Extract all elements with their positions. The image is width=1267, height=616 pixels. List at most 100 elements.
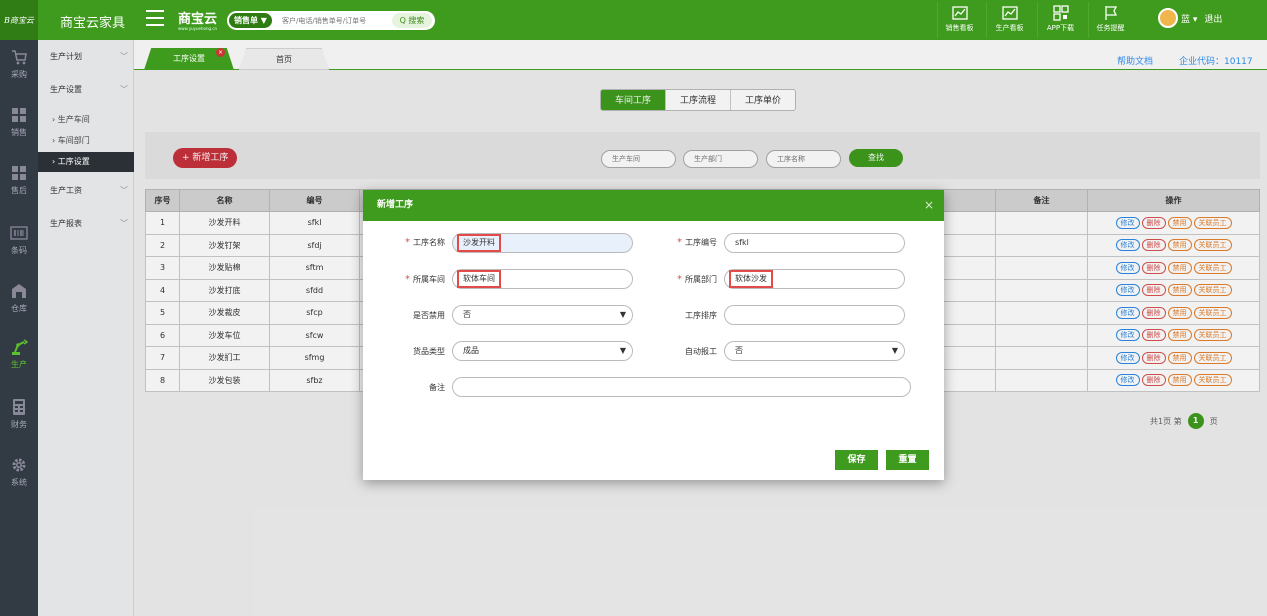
nav-item-system[interactable]: 系统 (0, 450, 38, 502)
dropdown-arrow-icon: ▼ (619, 310, 626, 319)
sales-board-button[interactable]: 销售看板 (937, 2, 981, 38)
submenu-group-label: 生产计划 (50, 52, 82, 61)
tab-home[interactable]: 首页 (239, 48, 329, 70)
dialog-title: 新增工序 (377, 200, 414, 210)
dropdown-arrow-icon: ▼ (619, 346, 626, 355)
required-mark: * (405, 274, 410, 285)
nav-label: 财务 (11, 420, 27, 429)
reset-button[interactable]: 重置 (886, 450, 929, 470)
search-button[interactable]: Q 搜索 (392, 13, 432, 28)
search-input[interactable] (282, 14, 392, 27)
robot-arm-icon (12, 339, 28, 355)
auto-report-label: 自动报工 (685, 347, 717, 356)
disabled-select[interactable]: 否 ▼ (452, 305, 633, 325)
chevron-down-icon: ﹀ (120, 85, 128, 94)
close-icon[interactable]: × (216, 48, 225, 57)
chart-icon (1001, 6, 1018, 20)
grid-icon (12, 166, 26, 180)
dialog-header: 新增工序 × (363, 190, 944, 221)
remark-field[interactable] (452, 377, 911, 397)
nav-label: 系统 (11, 478, 27, 487)
auto-report-value: 否 (735, 346, 743, 355)
logo: B商宝云 (0, 0, 38, 40)
nav-label: 售后 (11, 186, 27, 195)
qrcode-icon (1052, 5, 1069, 21)
process-name-value: 沙发开料 (457, 234, 501, 252)
user-name[interactable]: 蓝 ▾ (1181, 12, 1197, 25)
nav-label: 生产 (11, 360, 27, 369)
process-name-label: * 工序名称 (365, 237, 445, 248)
barcode-icon (10, 226, 28, 240)
nav-label: 销售 (11, 128, 27, 137)
process-name-field[interactable]: 沙发开料 (452, 233, 633, 253)
sub-menu: 生产计划 ﹀ 生产设置 ﹀ › 生产车间 › 车间部门 › 工序设置 生产工资 ﹀ 生… (38, 40, 134, 616)
submenu-item-process-settings[interactable]: › 工序设置 (38, 152, 134, 172)
required-mark: * (677, 237, 682, 248)
submenu-item-department[interactable]: › 车间部门 (38, 131, 134, 151)
nav-item-purchase[interactable]: 采购 (0, 42, 38, 94)
gear-icon (12, 458, 26, 472)
department-field[interactable]: 软体沙发 (724, 269, 905, 289)
chevron-down-icon: ﹀ (120, 186, 128, 195)
submenu-group-reports[interactable]: 生产报表 ﹀ (38, 211, 134, 237)
submenu-group-label: 生产工资 (50, 186, 82, 195)
department-value: 软体沙发 (729, 270, 773, 288)
brand-logo: 商宝云 (178, 12, 218, 27)
remark-label: 备注 (429, 383, 445, 392)
workshop-value: 软体车间 (457, 270, 501, 288)
auto-report-select[interactable]: 否 ▼ (724, 341, 905, 361)
workshop-field[interactable]: 软体车间 (452, 269, 633, 289)
process-code-label: * 工序编号 (637, 237, 717, 248)
department-label-text: 所属部门 (685, 275, 717, 284)
nav-item-production[interactable]: 生产 (0, 332, 38, 384)
sales-board-label: 销售看板 (945, 24, 974, 32)
nav-item-barcode[interactable]: 条码 (0, 218, 38, 270)
add-process-dialog: 新增工序 × * 工序名称 沙发开料 * 工序编号 sfkl * 所属车间 软体车间 … (363, 190, 944, 480)
submenu-item-workshop[interactable]: › 生产车间 (38, 110, 134, 130)
logout-link[interactable]: 退出 (1204, 12, 1222, 25)
help-docs-link[interactable]: 帮助文档 (1117, 54, 1153, 67)
close-icon[interactable]: × (924, 190, 934, 221)
task-reminder-button[interactable]: 任务提醒 (1088, 2, 1132, 38)
process-code-field[interactable]: sfkl (724, 233, 905, 253)
submenu-group-wages[interactable]: 生产工资 ﹀ (38, 178, 134, 204)
dropdown-arrow-icon: ▼ (891, 346, 898, 355)
process-name-label-text: 工序名称 (413, 238, 445, 247)
user-menu[interactable]: 蓝 ▾ 退出 (1158, 8, 1222, 28)
submenu-group-label: 生产报表 (50, 219, 82, 228)
warehouse-icon (12, 284, 26, 298)
menu-toggle-icon[interactable] (146, 10, 164, 26)
goods-type-label: 货品类型 (413, 347, 445, 356)
workshop-label-text: 所属车间 (413, 275, 445, 284)
required-mark: * (405, 237, 410, 248)
chevron-down-icon: ﹀ (120, 219, 128, 228)
save-button[interactable]: 保存 (835, 450, 878, 470)
nav-item-finance[interactable]: 财务 (0, 392, 38, 444)
app-download-button[interactable]: APP下载 (1037, 2, 1083, 38)
grid-icon (12, 108, 26, 122)
required-mark: * (677, 274, 682, 285)
search-type-select[interactable]: 销售单 ▼ (229, 13, 272, 28)
cart-icon (12, 50, 27, 65)
nav-item-warehouse[interactable]: 仓库 (0, 276, 38, 328)
app-name: 商宝云家具 (60, 16, 126, 31)
avatar (1158, 8, 1178, 28)
nav-label: 采购 (11, 70, 27, 79)
main-nav: 采购 销售 售后 条码 仓库 生产 财务 系统 (0, 40, 38, 616)
production-board-button[interactable]: 生产看板 (986, 2, 1032, 38)
nav-item-aftersales[interactable]: 售后 (0, 158, 38, 210)
submenu-group-plan[interactable]: 生产计划 ﹀ (38, 44, 134, 70)
workshop-label: * 所属车间 (365, 274, 445, 285)
company-code: 企业代码：10117 (1179, 57, 1253, 67)
production-board-label: 生产看板 (995, 24, 1024, 32)
nav-item-sales[interactable]: 销售 (0, 100, 38, 152)
goods-type-value: 成品 (463, 346, 479, 355)
chart-icon (951, 6, 968, 20)
goods-type-select[interactable]: 成品 ▼ (452, 341, 633, 361)
submenu-group-settings[interactable]: 生产设置 ﹀ (38, 77, 134, 103)
department-label: * 所属部门 (637, 274, 717, 285)
disabled-label: 是否禁用 (413, 311, 445, 320)
chevron-down-icon: ﹀ (120, 52, 128, 61)
page-tab-bar: 工序设置 × 首页 帮助文档 企业代码：10117 (134, 40, 1267, 70)
process-order-field[interactable] (724, 305, 905, 325)
